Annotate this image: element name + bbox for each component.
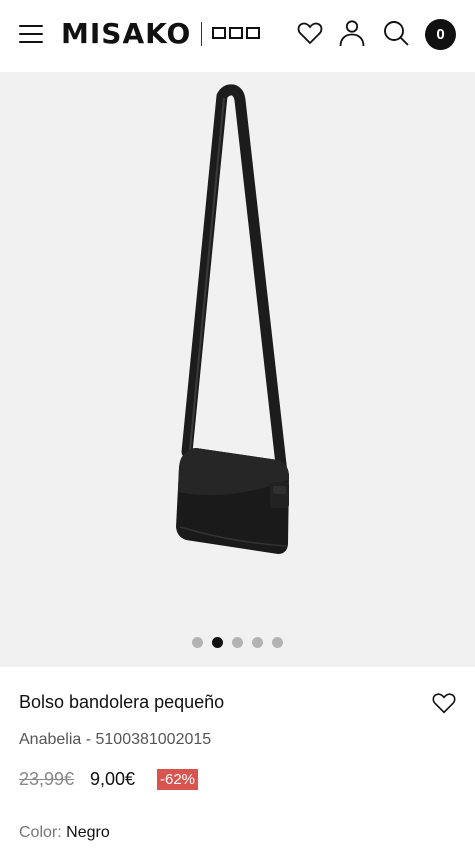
cart-button[interactable]: 0	[425, 19, 456, 50]
logo-mark	[212, 27, 260, 39]
user-icon[interactable]	[337, 18, 367, 48]
product-brand-reference: Anabelia - 5100381002015	[19, 731, 212, 748]
carousel-dot[interactable]	[272, 637, 283, 648]
color-label: Color:	[19, 824, 62, 841]
add-to-wishlist-heart-icon[interactable]	[430, 689, 458, 717]
carousel-dot-active[interactable]	[212, 637, 223, 648]
color-value: Negro	[66, 824, 110, 841]
logo-divider	[201, 22, 202, 46]
carousel-dot[interactable]	[252, 637, 263, 648]
product-image-gallery[interactable]	[0, 72, 475, 667]
search-icon[interactable]	[381, 18, 411, 48]
product-title: Bolso bandolera pequeño	[19, 692, 225, 712]
carousel-dots	[0, 637, 475, 648]
discount-badge: -62%	[157, 769, 199, 790]
original-price: 23,99€	[19, 769, 75, 789]
carousel-dot[interactable]	[232, 637, 243, 648]
carousel-dot[interactable]	[192, 637, 203, 648]
menu-icon[interactable]	[19, 25, 43, 43]
brand-logo[interactable]: MISAKO	[61, 14, 191, 54]
color-selector: Color: Negro	[19, 822, 110, 844]
sale-price: 9,00€	[90, 769, 136, 789]
wishlist-heart-icon[interactable]	[295, 18, 325, 48]
product-image	[176, 84, 289, 554]
site-header: MISAKO 0	[0, 0, 475, 72]
